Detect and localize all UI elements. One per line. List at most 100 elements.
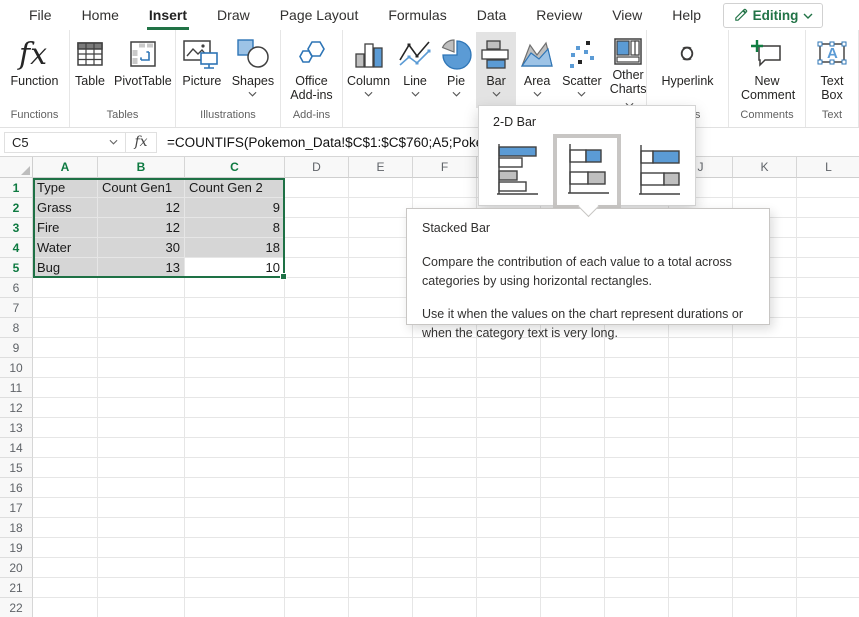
cell-j21[interactable] xyxy=(669,578,733,598)
cell-a5[interactable]: Bug xyxy=(33,258,98,278)
cell-a14[interactable] xyxy=(33,438,98,458)
column-header-a[interactable]: A xyxy=(33,157,98,178)
cell-l5[interactable] xyxy=(797,258,859,278)
row-header-7[interactable]: 7 xyxy=(0,298,33,318)
cell-e4[interactable] xyxy=(349,238,413,258)
bar-button[interactable]: Bar xyxy=(476,32,516,108)
cell-h18[interactable] xyxy=(541,518,605,538)
cell-e13[interactable] xyxy=(349,418,413,438)
cell-c15[interactable] xyxy=(185,458,285,478)
cell-k20[interactable] xyxy=(733,558,797,578)
clustered-bar-option[interactable] xyxy=(492,143,540,202)
cell-a17[interactable] xyxy=(33,498,98,518)
line-button[interactable]: Line xyxy=(394,32,436,108)
cell-k21[interactable] xyxy=(733,578,797,598)
cell-b21[interactable] xyxy=(98,578,185,598)
cell-d14[interactable] xyxy=(285,438,349,458)
pivottable-button[interactable]: PivotTable xyxy=(110,32,176,108)
cell-d10[interactable] xyxy=(285,358,349,378)
fx-button[interactable]: fx xyxy=(126,132,157,153)
cell-e18[interactable] xyxy=(349,518,413,538)
scatter-button[interactable]: Scatter xyxy=(558,32,606,108)
cell-g14[interactable] xyxy=(477,438,541,458)
cell-e22[interactable] xyxy=(349,598,413,617)
cell-j20[interactable] xyxy=(669,558,733,578)
cell-c20[interactable] xyxy=(185,558,285,578)
cell-b2[interactable]: 12 xyxy=(98,198,185,218)
row-header-10[interactable]: 10 xyxy=(0,358,33,378)
cell-e10[interactable] xyxy=(349,358,413,378)
cell-e14[interactable] xyxy=(349,438,413,458)
row-header-14[interactable]: 14 xyxy=(0,438,33,458)
cell-i19[interactable] xyxy=(605,538,669,558)
cell-e8[interactable] xyxy=(349,318,413,338)
cell-d11[interactable] xyxy=(285,378,349,398)
other-charts-button[interactable]: Other Charts xyxy=(606,32,651,108)
cell-g18[interactable] xyxy=(477,518,541,538)
cell-b19[interactable] xyxy=(98,538,185,558)
function-button[interactable]: fxFunction xyxy=(7,32,63,108)
cell-k19[interactable] xyxy=(733,538,797,558)
cell-b14[interactable] xyxy=(98,438,185,458)
cell-b4[interactable]: 30 xyxy=(98,238,185,258)
row-header-17[interactable]: 17 xyxy=(0,498,33,518)
cell-a1[interactable]: Type xyxy=(33,178,98,198)
cell-d21[interactable] xyxy=(285,578,349,598)
cell-d22[interactable] xyxy=(285,598,349,617)
row-header-19[interactable]: 19 xyxy=(0,538,33,558)
cell-a7[interactable] xyxy=(33,298,98,318)
cell-b1[interactable]: Count Gen1 xyxy=(98,178,185,198)
cell-h12[interactable] xyxy=(541,398,605,418)
row-header-9[interactable]: 9 xyxy=(0,338,33,358)
shapes-button[interactable]: Shapes xyxy=(228,32,278,108)
cell-a22[interactable] xyxy=(33,598,98,617)
cell-d6[interactable] xyxy=(285,278,349,298)
cell-b6[interactable] xyxy=(98,278,185,298)
cell-a11[interactable] xyxy=(33,378,98,398)
cell-c11[interactable] xyxy=(185,378,285,398)
cell-d2[interactable] xyxy=(285,198,349,218)
cell-f15[interactable] xyxy=(413,458,477,478)
cell-c14[interactable] xyxy=(185,438,285,458)
menu-tab-insert[interactable]: Insert xyxy=(134,0,202,30)
hyperlink-button[interactable]: Hyperlink xyxy=(657,32,717,108)
cell-e17[interactable] xyxy=(349,498,413,518)
cell-j19[interactable] xyxy=(669,538,733,558)
picture-button[interactable]: Picture xyxy=(178,32,226,108)
cell-c13[interactable] xyxy=(185,418,285,438)
cell-i17[interactable] xyxy=(605,498,669,518)
cell-d20[interactable] xyxy=(285,558,349,578)
cell-e1[interactable] xyxy=(349,178,413,198)
cell-k18[interactable] xyxy=(733,518,797,538)
cell-i14[interactable] xyxy=(605,438,669,458)
menu-tab-home[interactable]: Home xyxy=(67,0,134,30)
row-header-5[interactable]: 5 xyxy=(0,258,33,278)
cell-c10[interactable] xyxy=(185,358,285,378)
column-header-k[interactable]: K xyxy=(733,157,797,178)
row-header-18[interactable]: 18 xyxy=(0,518,33,538)
cell-f22[interactable] xyxy=(413,598,477,617)
cell-a12[interactable] xyxy=(33,398,98,418)
cell-j22[interactable] xyxy=(669,598,733,617)
cell-h21[interactable] xyxy=(541,578,605,598)
cell-c3[interactable]: 8 xyxy=(185,218,285,238)
column-header-d[interactable]: D xyxy=(285,157,349,178)
select-all-corner[interactable] xyxy=(0,157,33,178)
cell-f1[interactable] xyxy=(413,178,477,198)
menu-tab-file[interactable]: File xyxy=(14,0,67,30)
cell-a4[interactable]: Water xyxy=(33,238,98,258)
cell-d18[interactable] xyxy=(285,518,349,538)
column-header-l[interactable]: L xyxy=(797,157,859,178)
cell-g17[interactable] xyxy=(477,498,541,518)
cell-j14[interactable] xyxy=(669,438,733,458)
cell-e9[interactable] xyxy=(349,338,413,358)
column-header-c[interactable]: C xyxy=(185,157,285,178)
cell-a19[interactable] xyxy=(33,538,98,558)
100-stacked-bar-option[interactable] xyxy=(634,143,682,202)
row-header-20[interactable]: 20 xyxy=(0,558,33,578)
cell-k14[interactable] xyxy=(733,438,797,458)
cell-c19[interactable] xyxy=(185,538,285,558)
cell-l2[interactable] xyxy=(797,198,859,218)
cell-j10[interactable] xyxy=(669,358,733,378)
cell-l12[interactable] xyxy=(797,398,859,418)
